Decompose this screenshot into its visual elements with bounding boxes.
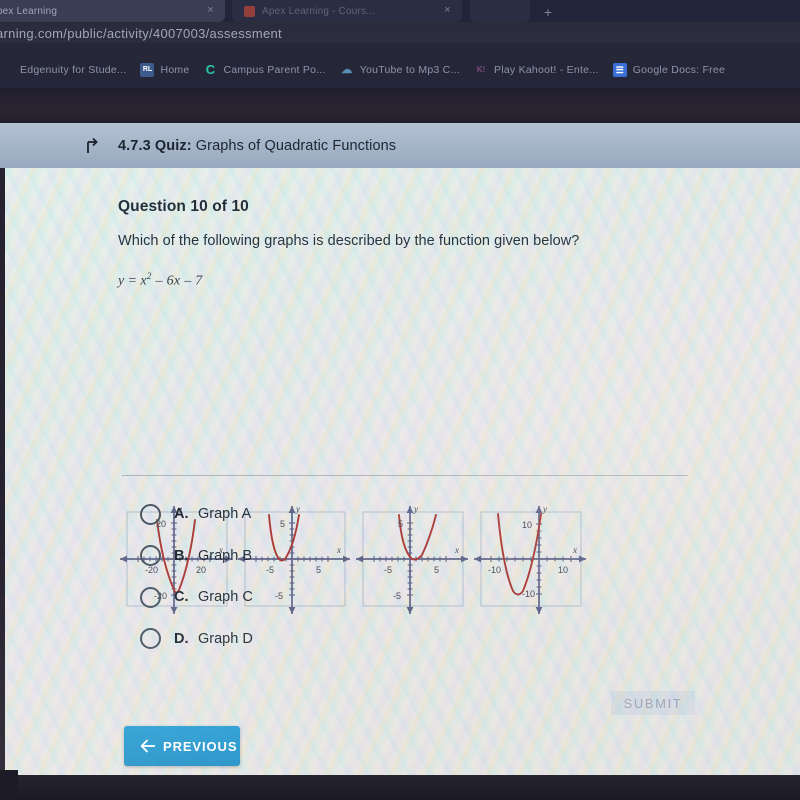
new-tab-button[interactable]: + (540, 4, 556, 20)
bookmark-label: Edgenuity for Stude... (20, 64, 127, 76)
edgenuity-icon (0, 63, 14, 77)
answer-text: Graph D (198, 630, 253, 647)
answer-text: Graph B (198, 547, 252, 564)
radio-button-b[interactable] (140, 545, 161, 566)
quiz-subject: Graphs of Quadratic Functions (195, 137, 397, 154)
quiz-number: 4.7.3 (118, 137, 151, 154)
answer-text: Graph C (198, 589, 253, 605)
back-arrow-icon[interactable] (84, 137, 102, 155)
bookmarks-bar: Edgenuity for Stude... RL Home C Campus … (0, 52, 800, 88)
tab-favicon-icon (244, 5, 255, 17)
campus-icon: C (205, 62, 216, 77)
bookmark-google-docs[interactable]: ☰ Google Docs: Free (612, 60, 726, 80)
screen-bezel-corner (0, 770, 18, 800)
answer-letter: A. (174, 506, 189, 522)
answer-letter: C. (174, 589, 189, 605)
function-remainder: – 6x – 7 (155, 273, 203, 289)
tab-title: Apex Learning (0, 5, 58, 17)
bookmark-label: Campus Parent Po... (223, 64, 326, 76)
question-counter: Question 10 of 10 (118, 198, 249, 215)
quiz-header-bar: 4.7.3 Quiz: Graphs of Quadratic Function… (0, 123, 800, 169)
browser-tab-third[interactable] (470, 0, 530, 22)
submit-button[interactable]: SUBMIT (611, 691, 695, 715)
function-equals: = (128, 273, 137, 289)
function-expression: y = x2 – 6x – 7 (118, 271, 698, 290)
previous-label: PREVIOUS (163, 738, 238, 754)
close-icon[interactable]: × (205, 5, 216, 16)
bookmark-label: YouTube to Mp3 C... (359, 64, 460, 76)
cloud-icon: ☁ (341, 64, 353, 76)
answer-letter: B. (174, 547, 189, 564)
function-y: y (118, 273, 125, 289)
answer-options-list: A. Graph A B. Graph B C. Graph C D. Grap… (140, 498, 560, 664)
function-exponent: 2 (146, 271, 152, 281)
answer-option-d[interactable]: D. Graph D (140, 623, 560, 655)
rl-icon: RL (140, 63, 155, 77)
answer-option-a[interactable]: A. Graph A (140, 498, 560, 530)
answer-text: Graph A (198, 506, 252, 522)
radio-button-d[interactable] (140, 628, 161, 649)
address-bar[interactable]: arning.com/public/activity/4007003/asses… (0, 22, 800, 50)
answer-letter: D. (174, 630, 189, 647)
browser-chrome: Apex Learning × Apex Learning - Cours...… (0, 0, 800, 92)
browser-tab-second[interactable]: Apex Learning - Cours... × (232, 0, 462, 22)
previous-button[interactable]: PREVIOUS (124, 726, 240, 766)
answer-option-b[interactable]: B. Graph B (140, 540, 560, 572)
bookmark-label: Google Docs: Free (632, 64, 726, 76)
quiz-kind: Quiz: (154, 137, 192, 154)
quiz-page-body: Question 10 of 10 Which of the following… (0, 168, 800, 775)
bookmark-youtube-mp3[interactable]: ☁ YouTube to Mp3 C... (340, 60, 460, 80)
screen-bezel-bottom (0, 775, 800, 800)
browser-tab-active[interactable]: Apex Learning × (0, 0, 225, 22)
svg-text:x: x (572, 545, 577, 555)
radio-button-a[interactable] (140, 503, 161, 525)
tab-strip: Apex Learning × Apex Learning - Cours...… (0, 0, 800, 22)
left-arrow-icon (140, 739, 156, 753)
section-divider (122, 475, 688, 476)
tab-title: Apex Learning - Cours... (262, 5, 376, 17)
bookmark-label: Play Kahoot! - Ente... (494, 64, 599, 76)
google-docs-icon: ☰ (612, 63, 627, 77)
bookmark-home[interactable]: RL Home (140, 60, 189, 80)
url-text: arning.com/public/activity/4007003/asses… (0, 26, 282, 41)
bookmark-campus-parent[interactable]: C Campus Parent Po... (204, 60, 326, 80)
bookmark-edgenuity[interactable]: Edgenuity for Stude... (0, 60, 126, 80)
kahoot-icon: K! (476, 65, 486, 74)
screen-bezel-left (0, 168, 5, 775)
answer-option-c[interactable]: C. Graph C (140, 581, 560, 613)
radio-button-c[interactable] (140, 586, 161, 608)
bookmark-kahoot[interactable]: K! Play Kahoot! - Ente... (474, 60, 599, 80)
quiz-title: 4.7.3 Quiz: Graphs of Quadratic Function… (118, 138, 396, 154)
close-icon[interactable]: × (442, 5, 453, 16)
question-prompt: Which of the following graphs is describ… (118, 233, 580, 249)
bookmark-label: Home (160, 64, 190, 76)
question-block: Question 10 of 10 Which of the following… (118, 198, 698, 290)
screen-bezel-top (0, 92, 800, 123)
